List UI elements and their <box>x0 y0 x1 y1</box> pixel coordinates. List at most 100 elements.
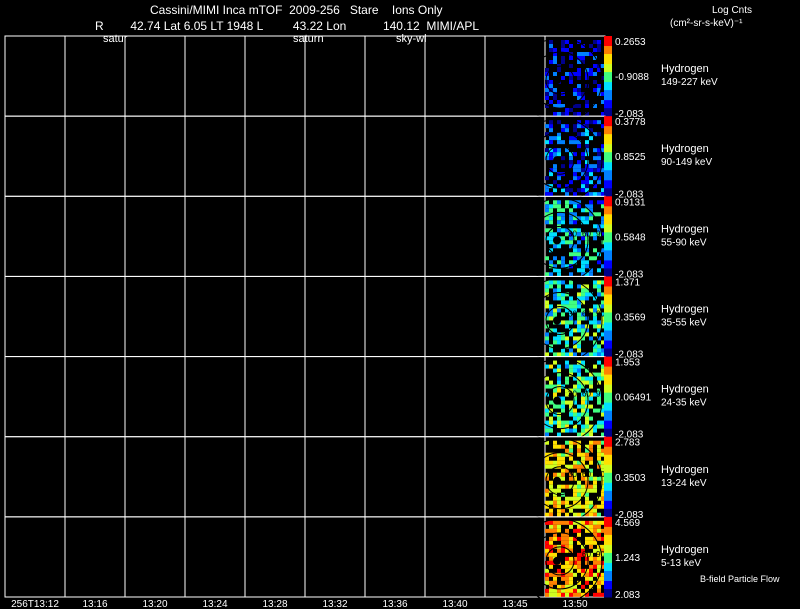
heatmap-cell <box>565 496 569 501</box>
heatmap-cell <box>573 220 577 225</box>
heatmap-cell <box>589 500 593 505</box>
heatmap-cell <box>557 152 561 157</box>
heatmap-cell <box>557 504 561 509</box>
heatmap-cell <box>597 520 601 525</box>
heatmap-cell <box>549 580 553 585</box>
heatmap-cell <box>593 364 597 369</box>
heatmap-cell <box>561 124 565 129</box>
heatmap-cell <box>553 244 557 249</box>
heatmap-cell <box>581 152 585 157</box>
heatmap-cell <box>545 412 549 417</box>
heatmap-cell <box>545 92 549 96</box>
heatmap-cell <box>557 404 561 409</box>
panel-species-label: Hydrogen <box>661 304 709 316</box>
heatmap-cell <box>569 456 573 461</box>
heatmap-cell <box>553 440 557 445</box>
heatmap-cell <box>549 60 553 64</box>
heatmap-cell <box>553 488 557 493</box>
heatmap-cell <box>549 100 553 104</box>
colorbar-min-label: 2.083 <box>615 590 640 601</box>
heatmap-cell <box>561 220 565 225</box>
heatmap-cell <box>561 472 565 477</box>
heatmap-cell <box>553 336 557 341</box>
heatmap-cell <box>573 336 577 341</box>
heatmap-cell <box>545 188 549 193</box>
heatmap-cell <box>565 540 569 545</box>
heatmap-cell <box>585 464 589 469</box>
heatmap-cell <box>557 268 561 273</box>
heatmap-cell <box>557 352 561 357</box>
heatmap-cell <box>593 408 597 413</box>
heatmap-cell <box>589 404 593 409</box>
heatmap-cell <box>573 256 577 261</box>
heatmap-cell <box>545 580 549 585</box>
heatmap-cell <box>545 192 549 197</box>
heatmap-cell <box>553 500 557 505</box>
heatmap-cell <box>557 568 561 573</box>
x-tick-label: 13:50 <box>562 599 587 609</box>
heatmap-cell <box>549 220 553 225</box>
heatmap-cell <box>589 576 593 581</box>
heatmap-cell <box>561 520 565 525</box>
heatmap-cell <box>589 384 593 389</box>
heatmap-cell <box>553 280 557 285</box>
heatmap-cell <box>557 100 561 104</box>
x-tick-label: 13:16 <box>82 599 107 609</box>
heatmap-cell <box>549 364 553 369</box>
heatmap-cell <box>549 380 553 385</box>
heatmap-cell <box>565 528 569 533</box>
heatmap-cell <box>545 288 549 293</box>
heatmap-cell <box>573 572 577 577</box>
heatmap-cell <box>553 368 557 373</box>
heatmap-cell <box>589 376 593 381</box>
heatmap-cell <box>565 592 569 597</box>
heatmap-cell <box>565 284 569 289</box>
heatmap-cell <box>561 396 565 401</box>
colorbar-mid-label: 0.3569 <box>615 313 646 324</box>
heatmap-cell <box>573 412 577 417</box>
heatmap-cell <box>589 460 593 465</box>
heatmap-cell <box>549 120 553 125</box>
heatmap-cell <box>577 560 581 565</box>
heatmap-cell <box>597 192 601 197</box>
heatmap-cell <box>553 268 557 273</box>
heatmap-cell <box>573 408 577 413</box>
heatmap-cell <box>581 180 585 185</box>
heatmap-cell <box>557 208 561 213</box>
heatmap-cell <box>597 420 601 425</box>
heatmap-cell <box>585 580 589 585</box>
heatmap-cell <box>545 220 549 225</box>
heatmap-cell <box>553 200 557 205</box>
heatmap-cell <box>557 68 561 72</box>
heatmap-cell <box>557 484 561 489</box>
heatmap-cell <box>597 288 601 293</box>
heatmap-cell <box>569 284 573 289</box>
heatmap-cell <box>597 292 601 297</box>
heatmap-cell <box>573 588 577 593</box>
heatmap-cell <box>549 348 553 353</box>
heatmap-cell <box>565 48 569 52</box>
heatmap-cell <box>577 564 581 569</box>
heatmap-cell <box>545 384 549 389</box>
heatmap-cell <box>573 92 577 96</box>
heatmap-cell <box>553 576 557 581</box>
heatmap-cell <box>589 204 593 209</box>
overlay-label-saturn: saturn <box>293 33 324 45</box>
heatmap-cell <box>557 136 561 141</box>
heatmap-cell <box>577 228 581 233</box>
heatmap-cell <box>585 140 589 145</box>
heatmap-cell <box>549 40 553 44</box>
x-tick-label: 13:40 <box>442 599 467 609</box>
ring-label: 60 <box>582 470 591 479</box>
heatmap-cell <box>589 512 593 517</box>
heatmap-cell <box>569 464 573 469</box>
heatmap-cell <box>557 424 561 429</box>
heatmap-cell <box>545 540 549 545</box>
heatmap-cell <box>549 420 553 425</box>
heatmap-cell <box>577 284 581 289</box>
heatmap-cell <box>545 256 549 261</box>
heatmap-cell <box>593 120 597 125</box>
heatmap-cell <box>585 132 589 137</box>
heatmap-cell <box>569 540 573 545</box>
heatmap-cell <box>581 404 585 409</box>
